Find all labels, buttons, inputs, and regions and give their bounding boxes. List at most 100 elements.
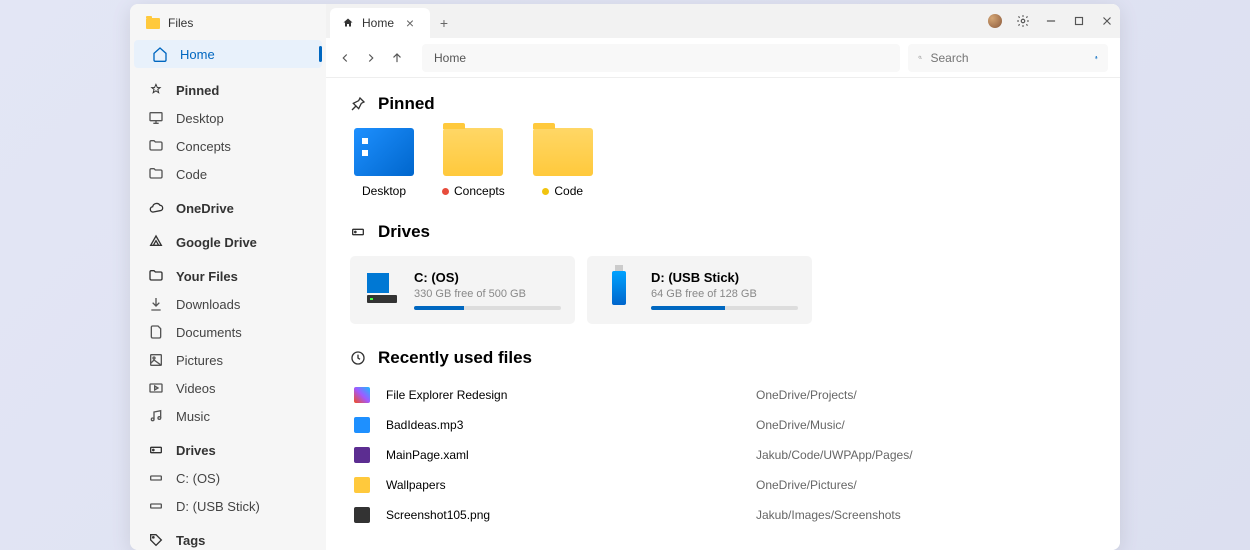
- search-input[interactable]: [931, 51, 1086, 65]
- sidebar-item-pictures[interactable]: Pictures: [130, 346, 326, 374]
- list-item[interactable]: WallpapersOneDrive/Pictures/: [350, 472, 1096, 498]
- sidebar-item-gdrive[interactable]: Google Drive: [130, 228, 326, 256]
- section-title: Pinned: [378, 94, 435, 114]
- minimize-icon[interactable]: [1044, 14, 1058, 28]
- usb-icon: [148, 498, 164, 514]
- history-icon: [350, 350, 366, 366]
- sidebar-group-drives[interactable]: Drives: [130, 436, 326, 464]
- pinned-items: Desktop Concepts Code: [354, 128, 1096, 198]
- sidebar-label: Desktop: [176, 111, 224, 126]
- sidebar-item-code[interactable]: Code: [130, 160, 326, 188]
- pinned-desktop[interactable]: Desktop: [354, 128, 414, 198]
- up-icon[interactable]: [390, 51, 404, 65]
- usb-icon: [601, 270, 637, 306]
- folder-icon: [443, 128, 503, 176]
- sidebar-item-music[interactable]: Music: [130, 402, 326, 430]
- sidebar-label: Home: [180, 47, 215, 62]
- monitor-icon: [148, 110, 164, 126]
- sidebar-label: Downloads: [176, 297, 240, 312]
- drive-progress: [414, 306, 561, 310]
- sidebar-item-desktop[interactable]: Desktop: [130, 104, 326, 132]
- sidebar-group-tags[interactable]: Tags: [130, 526, 326, 550]
- mic-icon[interactable]: [1094, 51, 1099, 64]
- list-item[interactable]: MainPage.xamlJakub/Code/UWPApp/Pages/: [350, 442, 1096, 468]
- app-title-text: Files: [168, 16, 193, 30]
- sidebar-label: Pinned: [176, 83, 219, 98]
- list-item[interactable]: File Explorer RedesignOneDrive/Projects/: [350, 382, 1096, 408]
- pin-label-text: Code: [554, 184, 583, 198]
- list-item[interactable]: BadIdeas.mp3OneDrive/Music/: [350, 412, 1096, 438]
- drive-icon: [350, 224, 366, 240]
- maximize-icon[interactable]: [1072, 14, 1086, 28]
- file-path: Jakub/Images/Screenshots: [756, 508, 901, 522]
- gear-icon[interactable]: [1016, 14, 1030, 28]
- sidebar-item-documents[interactable]: Documents: [130, 318, 326, 346]
- close-icon[interactable]: [1100, 14, 1114, 28]
- nav-buttons: [338, 51, 404, 65]
- list-item[interactable]: Screenshot105.pngJakub/Images/Screenshot…: [350, 502, 1096, 528]
- drive-card-c[interactable]: C: (OS) 330 GB free of 500 GB: [350, 256, 575, 324]
- avatar[interactable]: [988, 14, 1002, 28]
- pinned-concepts[interactable]: Concepts: [442, 128, 505, 198]
- sidebar-item-drive-d[interactable]: D: (USB Stick): [130, 492, 326, 520]
- folder-icon: [533, 128, 593, 176]
- tag-icon: [148, 532, 164, 548]
- file-path: OneDrive/Music/: [756, 418, 845, 432]
- sidebar-label: Videos: [176, 381, 216, 396]
- file-icon: [354, 417, 370, 433]
- pin-icon: [350, 96, 366, 112]
- tab-home[interactable]: Home ×: [330, 8, 430, 38]
- hdd-icon: [148, 470, 164, 486]
- toolbar: Home: [326, 38, 1120, 78]
- sidebar-label: Code: [176, 167, 207, 182]
- sidebar-item-onedrive[interactable]: OneDrive: [130, 194, 326, 222]
- drive-card-d[interactable]: D: (USB Stick) 64 GB free of 128 GB: [587, 256, 812, 324]
- content-area: Pinned Desktop Concepts Code Drives: [326, 78, 1120, 550]
- download-icon: [148, 296, 164, 312]
- sidebar-group-pinned[interactable]: Pinned: [130, 76, 326, 104]
- breadcrumb-text: Home: [434, 51, 466, 65]
- section-header-pinned: Pinned: [350, 94, 1096, 114]
- new-tab-button[interactable]: +: [436, 8, 452, 38]
- tab-bar: Home × +: [326, 4, 1120, 38]
- folder-icon: [148, 138, 164, 154]
- pin-label-text: Concepts: [454, 184, 505, 198]
- sidebar-label: Your Files: [176, 269, 238, 284]
- forward-icon[interactable]: [364, 51, 378, 65]
- music-icon: [148, 408, 164, 424]
- file-name: BadIdeas.mp3: [386, 418, 756, 432]
- back-icon[interactable]: [338, 51, 352, 65]
- gdrive-icon: [148, 234, 164, 250]
- sidebar-label: OneDrive: [176, 201, 234, 216]
- document-icon: [148, 324, 164, 340]
- sidebar-item-videos[interactable]: Videos: [130, 374, 326, 402]
- sidebar-label: D: (USB Stick): [176, 499, 260, 514]
- breadcrumb[interactable]: Home: [422, 44, 900, 72]
- app-icon: [146, 18, 160, 29]
- tab-label: Home: [362, 16, 394, 30]
- cloud-icon: [148, 200, 164, 216]
- file-icon: [354, 447, 370, 463]
- file-icon: [354, 387, 370, 403]
- file-path: OneDrive/Pictures/: [756, 478, 857, 492]
- pinned-code[interactable]: Code: [533, 128, 593, 198]
- folder-icon: [148, 268, 164, 284]
- file-name: Wallpapers: [386, 478, 756, 492]
- sidebar-item-home[interactable]: Home: [134, 40, 322, 68]
- sidebar-item-downloads[interactable]: Downloads: [130, 290, 326, 318]
- main-area: Home × + Home: [326, 4, 1120, 550]
- close-icon[interactable]: ×: [402, 15, 418, 31]
- sidebar-label: Pictures: [176, 353, 223, 368]
- tag-dot: [542, 188, 549, 195]
- sidebar-group-files[interactable]: Your Files: [130, 262, 326, 290]
- tag-dot: [442, 188, 449, 195]
- sidebar-label: Drives: [176, 443, 216, 458]
- search-box[interactable]: [908, 44, 1108, 72]
- file-name: File Explorer Redesign: [386, 388, 756, 402]
- sidebar-item-drive-c[interactable]: C: (OS): [130, 464, 326, 492]
- section-header-recent: Recently used files: [350, 348, 1096, 368]
- home-icon: [152, 46, 168, 62]
- sidebar: Files Home Pinned Desktop Concepts Code …: [130, 4, 326, 550]
- drives-list: C: (OS) 330 GB free of 500 GB D: (USB St…: [350, 256, 1096, 324]
- sidebar-item-concepts[interactable]: Concepts: [130, 132, 326, 160]
